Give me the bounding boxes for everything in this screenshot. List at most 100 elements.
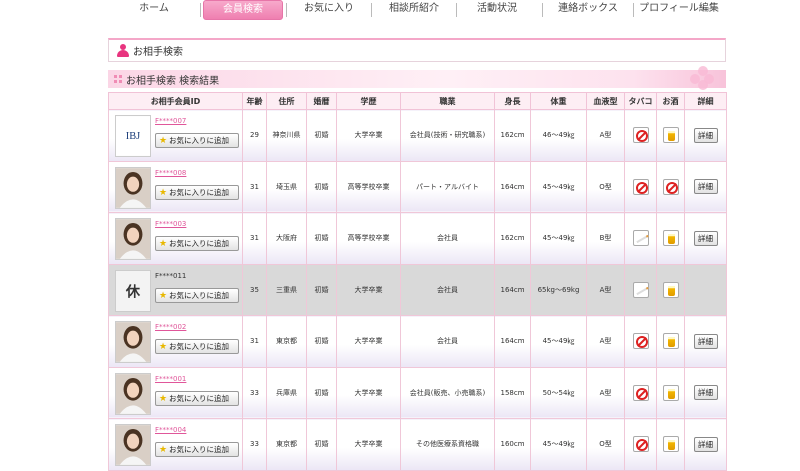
member-photo[interactable]	[115, 372, 151, 415]
cell-weight: 45～49㎏	[530, 315, 587, 368]
detail-button[interactable]: 詳細	[693, 385, 718, 401]
add-favorite-button[interactable]: ★ お気に入りに追加	[155, 133, 239, 148]
cell-addr: 埼玉県	[266, 160, 307, 213]
cell-alcohol	[656, 315, 685, 368]
nav-item-3[interactable]: 相談所紹介	[374, 0, 454, 20]
cell-age: 29	[242, 109, 267, 162]
cell-alcohol	[656, 418, 685, 471]
detail-button[interactable]: 詳細	[693, 436, 718, 452]
member-id-link[interactable]: F****001	[155, 375, 186, 383]
svg-text:IBJ: IBJ	[126, 131, 140, 142]
cell-age: 33	[242, 366, 267, 419]
table-row: F****002 ★ お気に入りに追加 31 東京都 初婚 大学卒業 会社員 164cm 45～4…	[108, 315, 727, 368]
detail-button[interactable]: 詳細	[693, 179, 718, 195]
member-cell: F****003 ★ お気に入りに追加	[108, 212, 243, 265]
cell-tobacco	[624, 263, 657, 316]
add-favorite-button[interactable]: ★ お気に入りに追加	[155, 339, 239, 354]
member-photo[interactable]: IBJ	[115, 115, 151, 157]
member-id-link[interactable]: F****007	[155, 117, 186, 125]
member-photo[interactable]	[115, 166, 151, 209]
results-header: お相手検索 検索結果	[108, 66, 726, 90]
nav-separator	[286, 3, 287, 17]
column-header: お酒	[656, 92, 685, 110]
add-favorite-button[interactable]: ★ お気に入りに追加	[155, 442, 239, 457]
table-header-row: お相手会員ID 年齢 住所 婚暦 学歴 職業 身長 体重 血液型 タバコ お酒 詳細	[108, 92, 727, 110]
cell-tobacco	[624, 418, 657, 471]
add-favorite-button[interactable]: ★ お気に入りに追加	[155, 184, 239, 200]
column-header: 学歴	[336, 92, 401, 110]
nav-item-1[interactable]: 会員検索	[203, 0, 283, 20]
cell-tobacco	[624, 366, 657, 419]
results-title: お相手検索 検索結果	[126, 76, 220, 87]
column-header: 血液型	[586, 92, 625, 110]
member-photo[interactable]	[115, 218, 151, 260]
add-favorite-label: お気に入りに追加	[169, 136, 229, 145]
nav-separator	[200, 3, 201, 17]
beer-glass-icon	[662, 281, 679, 298]
cell-height: 158cm	[494, 366, 531, 419]
cell-edu: 大学卒業	[336, 263, 401, 316]
cell-weight: 65kg～69kg	[530, 263, 587, 316]
cell-age: 33	[242, 418, 267, 471]
cell-alcohol	[656, 366, 685, 419]
table-row: IBJ F****007 ★ お気に入りに追加 29 神奈川県 初婚 大学卒業 会社員(技術・研…	[108, 109, 727, 162]
nav-item-5[interactable]: 連絡ボックス	[545, 0, 631, 20]
member-cell: 休 F****011 ★ お気に入りに追加	[108, 263, 243, 316]
member-id-link[interactable]: F****003	[155, 220, 186, 228]
add-favorite-button[interactable]: ★ お気に入りに追加	[155, 236, 239, 251]
star-icon: ★	[159, 289, 168, 300]
cell-addr: 東京都	[266, 418, 307, 471]
cell-job: 会社員	[400, 315, 495, 368]
cell-height: 162cm	[494, 212, 531, 265]
nav-separator	[542, 3, 543, 17]
prohibited-icon	[632, 333, 649, 350]
nav-item-4[interactable]: 活動状況	[459, 0, 535, 20]
cell-job: その他医療系資格職	[400, 418, 495, 471]
column-header: 体重	[530, 92, 587, 110]
add-favorite-button[interactable]: ★ お気に入りに追加	[155, 287, 239, 303]
member-id-link[interactable]: F****002	[155, 323, 186, 331]
member-cell: F****001 ★ お気に入りに追加	[108, 366, 243, 419]
detail-button[interactable]: 詳細	[693, 333, 718, 349]
table-row: F****008 ★ お気に入りに追加 31 埼玉県 初婚 高等学校卒業 パート・アルバイト 1…	[108, 160, 727, 213]
nav-separator	[371, 3, 372, 17]
prohibited-icon	[662, 178, 679, 195]
table-row: F****003 ★ お気に入りに追加 31 大阪府 初婚 高等学校卒業 会社員 162cm 45…	[108, 212, 727, 265]
cell-age: 31	[242, 160, 267, 213]
member-photo[interactable]: 休	[115, 269, 151, 312]
nav-item-2[interactable]: お気に入り	[289, 0, 369, 20]
star-icon: ★	[159, 392, 168, 403]
cell-marital: 初婚	[306, 366, 337, 419]
cell-alcohol	[656, 263, 685, 316]
cell-marital: 初婚	[306, 212, 337, 265]
member-id-link[interactable]: F****004	[155, 426, 186, 434]
cell-height: 160cm	[494, 418, 531, 471]
add-favorite-label: お気に入りに追加	[169, 393, 229, 403]
beer-glass-icon	[662, 333, 679, 350]
beer-glass-icon	[662, 127, 679, 144]
cell-age: 35	[242, 263, 267, 316]
cell-blood: O型	[586, 160, 625, 213]
star-icon: ★	[159, 186, 168, 197]
add-favorite-button[interactable]: ★ お気に入りに追加	[155, 390, 239, 406]
cell-addr: 三重県	[266, 263, 307, 316]
cell-detail	[684, 263, 727, 316]
beer-glass-icon	[662, 436, 679, 453]
detail-button[interactable]: 詳細	[693, 230, 718, 246]
grid-icon	[114, 75, 122, 83]
beer-glass-icon	[662, 230, 679, 247]
cell-marital: 初婚	[306, 418, 337, 471]
cell-addr: 兵庫県	[266, 366, 307, 419]
nav-item-0[interactable]: ホーム	[115, 0, 193, 20]
results-table: お相手会員ID 年齢 住所 婚暦 学歴 職業 身長 体重 血液型 タバコ お酒 詳細 IBJ F****…	[108, 92, 727, 471]
member-cell: IBJ F****007 ★ お気に入りに追加	[108, 109, 243, 162]
nav-item-6[interactable]: プロフィール編集	[636, 0, 722, 20]
member-photo[interactable]	[115, 424, 151, 466]
cell-job: 会社員(販売、小売職系)	[400, 366, 495, 419]
detail-button[interactable]: 詳細	[693, 127, 718, 143]
column-header: タバコ	[624, 92, 657, 110]
cell-edu: 高等学校卒業	[336, 160, 401, 213]
column-header: 職業	[400, 92, 495, 110]
member-photo[interactable]	[115, 321, 151, 363]
member-id-link[interactable]: F****008	[155, 169, 186, 177]
